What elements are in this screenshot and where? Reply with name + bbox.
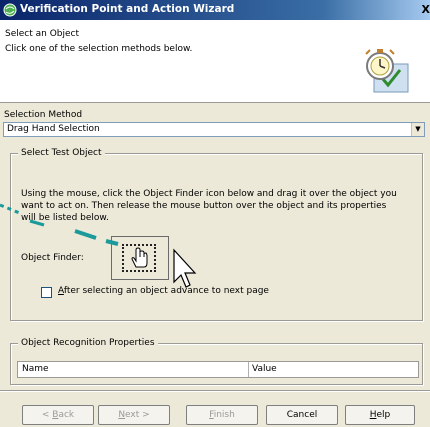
wizard-window: Verification Point and Action Wizard X S…	[0, 0, 430, 427]
drag-annotation	[0, 203, 197, 288]
drag-cursor-icon	[173, 248, 197, 288]
